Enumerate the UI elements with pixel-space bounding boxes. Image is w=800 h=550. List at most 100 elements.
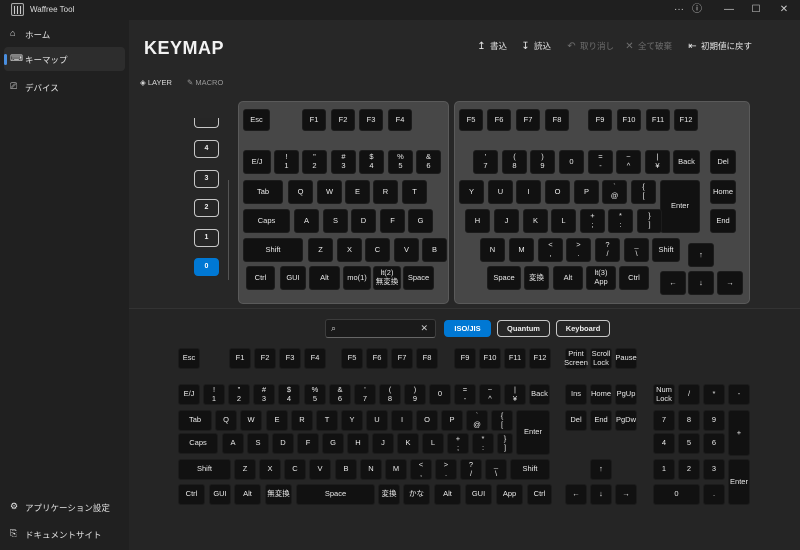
picker-key-4[interactable]: $ 4 [278, 384, 300, 405]
picker-key-scroll-lock[interactable]: Scroll Lock [590, 348, 612, 369]
maximize-button[interactable]: ☐ [748, 2, 764, 18]
keymap-key-0[interactable]: 0 [559, 150, 584, 174]
keymap-key-i[interactable]: I [516, 180, 541, 204]
filter-quantum[interactable]: Quantum [497, 320, 550, 337]
picker-key-f12[interactable]: F12 [529, 348, 551, 369]
keycode-search[interactable]: ⌕ ✕ [325, 319, 436, 338]
picker-key-sym[interactable]: * : [472, 433, 494, 454]
picker-nav-key-sym[interactable]: → [615, 484, 637, 505]
clear-search-icon[interactable]: ✕ [420, 323, 428, 334]
picker-key-back[interactable]: Back [529, 384, 550, 405]
picker-key-t[interactable]: T [316, 410, 338, 431]
keymap-key-sym[interactable]: ↑ [688, 243, 714, 267]
picker-numpad-key-9[interactable]: 9 [703, 410, 725, 431]
keymap-key-o[interactable]: O [545, 180, 570, 204]
layer-button-partial[interactable] [194, 118, 219, 128]
picker-nav-key-sym[interactable]: ← [565, 484, 587, 505]
keymap-key-shift[interactable]: Shift [243, 238, 303, 262]
layer-button-0[interactable]: 0 [194, 258, 219, 276]
picker-key-0[interactable]: 0 [429, 384, 451, 405]
keymap-key-q[interactable]: Q [288, 180, 313, 204]
picker-key-r[interactable]: R [291, 410, 313, 431]
picker-key-sym[interactable]: > . [435, 459, 457, 480]
picker-key-app[interactable]: App [496, 484, 523, 505]
picker-key-c[interactable]: C [284, 459, 306, 480]
keymap-key-u[interactable]: U [488, 180, 513, 204]
picker-key-w[interactable]: W [240, 410, 262, 431]
keymap-key-f7[interactable]: F7 [516, 109, 540, 131]
picker-key-q[interactable]: Q [215, 410, 237, 431]
picker-key-print-screen[interactable]: Print Screen [564, 348, 588, 369]
keymap-key-f4[interactable]: F4 [388, 109, 412, 131]
picker-key-x[interactable]: X [259, 459, 281, 480]
keymap-key-f9[interactable]: F9 [588, 109, 612, 131]
keymap-key-space[interactable]: Space [487, 266, 521, 290]
keymap-key-del[interactable]: Del [710, 150, 736, 174]
sidebar-item-documentation[interactable]: ⎘ ドキュメントサイト [4, 524, 125, 544]
keymap-key-r[interactable]: R [373, 180, 398, 204]
keymap-key-sym[interactable]: 変換 [524, 266, 549, 290]
keymap-key-ctrl[interactable]: Ctrl [619, 266, 649, 290]
keymap-key-sym[interactable]: ← [660, 271, 686, 295]
sidebar-item-app-settings[interactable]: ⚙ アプリケーション設定 [4, 497, 125, 517]
picker-key-f2[interactable]: F2 [254, 348, 276, 369]
keymap-key-4[interactable]: $ 4 [359, 150, 384, 174]
keymap-key-f[interactable]: F [380, 209, 405, 233]
keymap-key-f1[interactable]: F1 [302, 109, 326, 131]
keymap-key-alt[interactable]: Alt [553, 266, 583, 290]
keymap-key-j[interactable]: J [494, 209, 519, 233]
keymap-key-alt[interactable]: Alt [309, 266, 340, 290]
keymap-key-sym[interactable]: ↓ [688, 271, 714, 295]
picker-numpad-key-sym[interactable]: * [703, 384, 725, 405]
picker-key-pause[interactable]: Pause [615, 348, 637, 369]
keymap-key-y[interactable]: Y [459, 180, 484, 204]
keymap-key-home[interactable]: Home [710, 180, 736, 204]
keymap-key-esc[interactable]: Esc [243, 109, 270, 131]
keymap-key-8[interactable]: ( 8 [502, 150, 527, 174]
keymap-key-e[interactable]: E [345, 180, 370, 204]
picker-key-6[interactable]: & 6 [329, 384, 351, 405]
picker-key-k[interactable]: K [397, 433, 419, 454]
picker-key-j[interactable]: J [372, 433, 394, 454]
keymap-key-f5[interactable]: F5 [459, 109, 483, 131]
keymap-key-f11[interactable]: F11 [646, 109, 670, 131]
picker-key-shift[interactable]: Shift [510, 459, 550, 480]
layer-button-4[interactable]: 4 [194, 140, 219, 158]
keymap-key-mo-1[interactable]: mo(1) [343, 266, 371, 290]
keymap-key-s[interactable]: S [323, 209, 348, 233]
keymap-key-back[interactable]: Back [673, 150, 700, 174]
keymap-key-2[interactable]: " 2 [302, 150, 327, 174]
keymap-key-sym[interactable]: } ] [637, 209, 662, 233]
keymap-key-sym[interactable]: ~ ^ [616, 150, 641, 174]
keymap-key-sym[interactable]: > . [566, 238, 591, 262]
keymap-key-9[interactable]: ) 9 [530, 150, 555, 174]
more-options-icon[interactable]: ··· [671, 2, 687, 18]
picker-key-z[interactable]: Z [234, 459, 256, 480]
keymap-key-f10[interactable]: F10 [617, 109, 641, 131]
picker-numpad-key-1[interactable]: 1 [653, 459, 675, 480]
keymap-key-a[interactable]: A [294, 209, 319, 233]
picker-key-ctrl[interactable]: Ctrl [178, 484, 205, 505]
layer-button-2[interactable]: 2 [194, 199, 219, 217]
picker-key-f7[interactable]: F7 [391, 348, 413, 369]
keymap-key-sym[interactable]: < , [538, 238, 563, 262]
picker-key-sym[interactable]: + ; [447, 433, 469, 454]
keymap-key-x[interactable]: X [337, 238, 362, 262]
picker-key-7[interactable]: ' 7 [354, 384, 376, 405]
keymap-key-enter[interactable]: Enter [660, 180, 700, 233]
keymap-key-7[interactable]: ' 7 [473, 150, 498, 174]
keymap-key-g[interactable]: G [408, 209, 433, 233]
picker-key-f6[interactable]: F6 [366, 348, 388, 369]
picker-numpad-key-sym[interactable]: + [728, 410, 750, 456]
reset-defaults-button[interactable]: ⇤ 初期値に戻す [687, 40, 752, 54]
keymap-key-end[interactable]: End [710, 209, 736, 233]
picker-key-i[interactable]: I [391, 410, 413, 431]
keymap-key-m[interactable]: M [509, 238, 534, 262]
picker-key-d[interactable]: D [272, 433, 294, 454]
picker-key-m[interactable]: M [385, 459, 407, 480]
picker-key-h[interactable]: H [347, 433, 369, 454]
keymap-key-sym[interactable]: → [717, 271, 743, 295]
keymap-key-lt-2[interactable]: lt(2) 無変換 [373, 266, 401, 290]
keymap-key-h[interactable]: H [465, 209, 490, 233]
layer-button-1[interactable]: 1 [194, 229, 219, 247]
